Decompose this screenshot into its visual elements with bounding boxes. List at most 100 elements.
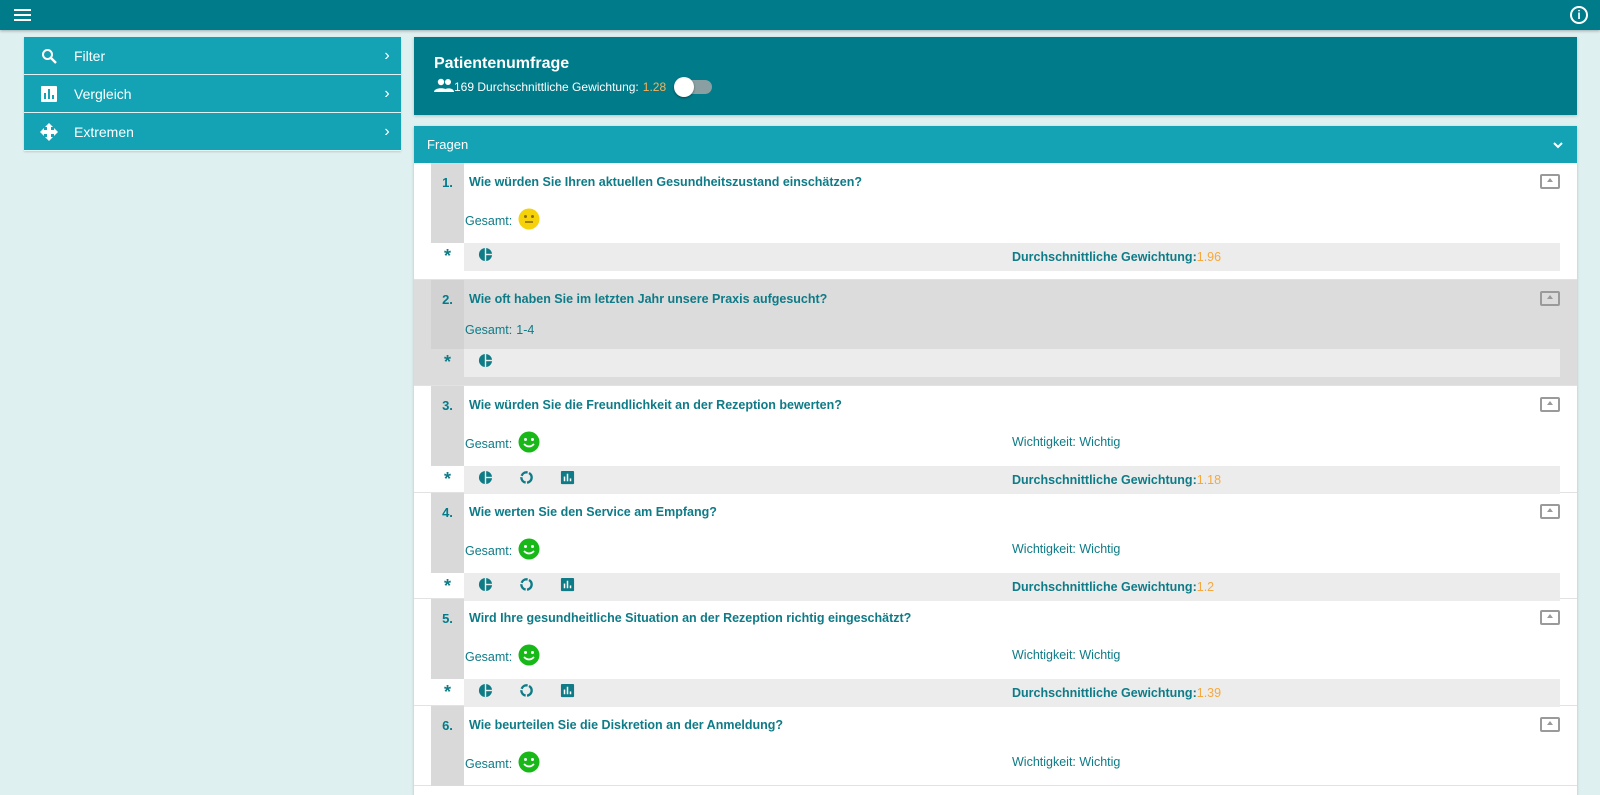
sidebar-item-label: Filter: [74, 47, 106, 64]
sidebar-item-filter[interactable]: Filter ›: [24, 37, 401, 75]
view-toggle[interactable]: [674, 76, 713, 97]
donut-chart-icon[interactable]: [519, 470, 534, 490]
chevron-right-icon: ›: [384, 122, 390, 140]
participant-count: 169 Durchschnittliche Gewichtung:: [454, 79, 639, 94]
question-row[interactable]: 2. Wie oft haben Sie im letzten Jahr unse…: [414, 280, 1577, 386]
question-row[interactable]: 3. Wie würden Sie die Freundlichkeit an d…: [414, 386, 1577, 494]
question-title: Wie würden Sie die Freundlichkeit an der…: [469, 398, 842, 412]
average-weight-label: Durchschnittliche Gewichtung:: [1012, 473, 1197, 487]
question-row[interactable]: 6. Wie beurteilen Sie die Diskretion an d…: [414, 706, 1577, 786]
question-number: 6.: [442, 718, 453, 733]
pie-chart-icon[interactable]: [478, 247, 493, 267]
average-weight-value: 1.28: [642, 79, 667, 94]
row-star: *: [443, 469, 451, 489]
overall-result: Gesamt:: [465, 644, 540, 669]
average-weight-label: Durchschnittliche Gewichtung:: [1012, 686, 1197, 700]
questions-panel-header[interactable]: Fragen: [414, 126, 1577, 163]
average-weight: Durchschnittliche Gewichtung:1.18: [1012, 473, 1221, 487]
question-toolbar: [464, 349, 1560, 377]
neutral-smiley-icon: [512, 208, 540, 233]
question-number: 5.: [442, 611, 453, 626]
export-icon[interactable]: [1540, 174, 1560, 189]
average-weight-label: Durchschnittliche Gewichtung:: [1012, 250, 1197, 264]
question-toolbar: Durchschnittliche Gewichtung:1.18: [464, 466, 1560, 494]
chevron-right-icon: ›: [384, 46, 390, 64]
menu-icon[interactable]: [12, 6, 34, 24]
question-number: 3.: [442, 398, 453, 413]
average-weight: Durchschnittliche Gewichtung:1.2: [1012, 580, 1214, 594]
chevron-down-icon[interactable]: [1552, 137, 1564, 152]
happy-smiley-icon: [512, 644, 540, 669]
happy-smiley-icon: [512, 538, 540, 563]
question-title: Wie würden Sie Ihren aktuellen Gesundhei…: [469, 175, 863, 189]
sidebar-item-label: Vergleich: [74, 85, 132, 102]
export-icon[interactable]: [1540, 504, 1560, 519]
overall-label: Gesamt:: [465, 649, 513, 664]
sidebar-item-label: Extremen: [74, 123, 134, 140]
sidebar-item-vergleich[interactable]: Vergleich ›: [24, 75, 401, 113]
export-icon[interactable]: [1540, 291, 1560, 306]
average-weight-value: 1.18: [1196, 473, 1222, 487]
bar-chart-icon[interactable]: [560, 470, 575, 490]
question-toolbar: Durchschnittliche Gewichtung:1.96: [464, 243, 1560, 271]
pie-chart-icon[interactable]: [478, 470, 493, 490]
happy-smiley-icon: [512, 431, 540, 456]
question-title: Wie werten Sie den Service am Empfang?: [469, 505, 717, 519]
sidebar: Filter › Vergleich › Extremen ›: [24, 37, 401, 151]
overall-result: Gesamt:: [465, 208, 540, 233]
export-icon[interactable]: [1540, 397, 1560, 412]
move-arrows-icon: [24, 122, 74, 141]
survey-summary: 169 Durchschnittliche Gewichtung: 1.28: [434, 76, 1557, 97]
overall-label: Gesamt:: [465, 323, 513, 337]
chart-icons: [478, 577, 575, 597]
overall-result: Gesamt:: [465, 431, 540, 456]
info-icon[interactable]: i: [1570, 6, 1588, 24]
question-row[interactable]: 1. Wie würden Sie Ihren aktuellen Gesundh…: [414, 163, 1577, 280]
export-icon[interactable]: [1540, 717, 1560, 732]
questions-panel: Fragen 1. Wie würden Sie Ihren aktuellen …: [414, 126, 1577, 795]
question-number: 1.: [442, 175, 453, 190]
question-title: Wird Ihre gesundheitliche Situation an d…: [469, 611, 912, 625]
average-weight-value: 1.2: [1196, 580, 1215, 594]
importance-text: Wichtigkeit: Wichtig: [1012, 755, 1121, 769]
bar-chart-icon[interactable]: [560, 577, 575, 597]
page-title: Patientenumfrage: [434, 55, 570, 72]
average-weight-label: Durchschnittliche Gewichtung:: [1012, 580, 1197, 594]
panel-title: Fragen: [427, 137, 469, 152]
pie-chart-icon[interactable]: [478, 353, 493, 373]
top-app-bar: i: [0, 0, 1600, 30]
row-star: *: [443, 352, 451, 372]
row-star: *: [443, 576, 451, 596]
question-row[interactable]: 4. Wie werten Sie den Service am Empfang?…: [414, 493, 1577, 601]
sidebar-item-extremen[interactable]: Extremen ›: [24, 113, 401, 151]
overall-value: 1-4: [516, 323, 535, 337]
main-content: Patientenumfrage 169 Durchschnittliche G…: [414, 37, 1577, 795]
chart-icons: [478, 470, 575, 490]
chart-icons: [478, 247, 493, 267]
row-star: *: [443, 682, 451, 702]
question-number: 2.: [442, 292, 453, 307]
bar-chart-icon: [24, 85, 74, 102]
question-toolbar: Durchschnittliche Gewichtung:1.2: [464, 573, 1560, 601]
survey-header: Patientenumfrage 169 Durchschnittliche G…: [414, 37, 1577, 115]
overall-label: Gesamt:: [465, 436, 513, 451]
chevron-right-icon: ›: [384, 84, 390, 102]
bar-chart-icon[interactable]: [560, 683, 575, 703]
importance-text: Wichtigkeit: Wichtig: [1012, 435, 1121, 449]
pie-chart-icon[interactable]: [478, 683, 493, 703]
donut-chart-icon[interactable]: [519, 577, 534, 597]
overall-result: Gesamt: 1-4: [465, 323, 534, 337]
donut-chart-icon[interactable]: [519, 683, 534, 703]
overall-result: Gesamt:: [465, 538, 540, 563]
happy-smiley-icon: [512, 751, 540, 776]
overall-label: Gesamt:: [465, 213, 513, 228]
question-row[interactable]: 5. Wird Ihre gesundheitliche Situation an…: [414, 599, 1577, 707]
overall-result: Gesamt:: [465, 751, 540, 776]
importance-text: Wichtigkeit: Wichtig: [1012, 648, 1121, 662]
pie-chart-icon[interactable]: [478, 577, 493, 597]
importance-text: Wichtigkeit: Wichtig: [1012, 542, 1121, 556]
export-icon[interactable]: [1540, 610, 1560, 625]
chart-icons: [478, 353, 493, 373]
people-icon: [434, 78, 454, 95]
overall-label: Gesamt:: [465, 756, 513, 771]
